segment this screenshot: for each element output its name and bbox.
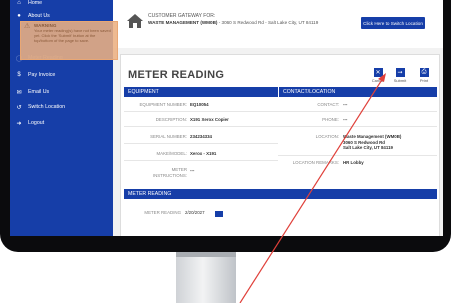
- gateway-address: - 3060 S Redwood Rd - Salt Lake City, UT…: [218, 20, 319, 25]
- print-label: Print: [419, 78, 429, 83]
- meter-reading-date: 2/20/2027: [185, 210, 205, 215]
- submit-icon: ➞: [395, 68, 405, 77]
- monitor-stand-shadow: [176, 252, 236, 257]
- header: CUSTOMER GATEWAY FOR: WASTE MANAGEMENT (…: [113, 0, 443, 40]
- share-icon: ↺: [16, 104, 22, 111]
- sidebar-item-label: Pay Invoice: [28, 72, 56, 78]
- divider: [124, 160, 278, 161]
- divider: [278, 126, 437, 127]
- divider: [124, 143, 278, 144]
- serial-number-value: 234234334: [190, 134, 212, 139]
- contact-section-header: CONTACT/LOCATION: [278, 87, 437, 97]
- serial-number-label: SERIAL NUMBER:: [150, 134, 187, 139]
- cancel-button[interactable]: ✕ Cancel: [369, 68, 387, 83]
- submit-button[interactable]: ➞ Submit: [391, 68, 409, 83]
- warning-message: Your meter reading(s) have not been save…: [34, 27, 111, 43]
- print-icon: ⎙: [419, 68, 429, 77]
- warning-toast: ⚠ WARNING Your meter reading(s) have not…: [20, 21, 118, 60]
- equipment-number-value: EQ10054: [190, 102, 209, 107]
- location-value: Waste Management (WM0B) 3060 S Redwood R…: [343, 134, 402, 151]
- sidebar-item-pay-invoice[interactable]: $ Pay Invoice: [10, 69, 113, 81]
- phone-label: PHONE:: [322, 117, 339, 122]
- meter-reading-row-label: METER READING: [144, 210, 181, 215]
- cancel-label: Cancel: [371, 78, 385, 83]
- location-remarks-value: HR Lobby: [343, 160, 364, 165]
- sidebar-item-label: Switch Location: [28, 104, 66, 110]
- switch-location-button[interactable]: Click Here to Switch Location: [361, 17, 425, 29]
- meter-instructions-value: ---: [190, 168, 195, 173]
- sidebar-item-label: Email Us: [28, 89, 50, 95]
- equipment-section-header: EQUIPMENT: [124, 87, 278, 97]
- location-label: LOCATION:: [315, 134, 339, 139]
- submit-label: Submit: [393, 78, 407, 83]
- gateway-company: WASTE MANAGEMENT (WM0B): [148, 20, 218, 25]
- sidebar-item-label: Home: [28, 0, 43, 6]
- sidebar-item-email-us[interactable]: ✉ Email Us: [10, 86, 113, 98]
- meter-reading-status-chip[interactable]: [215, 211, 223, 217]
- contact-value: ---: [343, 102, 348, 107]
- make-model-value: Xerox - X191: [190, 151, 217, 156]
- gateway-value: WASTE MANAGEMENT (WM0B) - 3060 S Redwood…: [148, 20, 318, 25]
- divider: [278, 155, 437, 156]
- gateway-label: CUSTOMER GATEWAY FOR:: [148, 13, 216, 19]
- main-content: METER READING ✕ Cancel ➞ Submit ⎙ Print …: [113, 48, 443, 236]
- contact-label: CONTACT:: [317, 102, 339, 107]
- make-model-label: MAKE/MODEL:: [156, 151, 188, 156]
- location-remarks-label: LOCATION REMARKS:: [292, 160, 339, 165]
- print-button[interactable]: ⎙ Print: [415, 68, 433, 83]
- phone-value: ---: [343, 117, 348, 122]
- sidebar-item-label: About Us: [28, 13, 50, 19]
- equipment-number-label: EQUIPMENT NUMBER:: [139, 102, 188, 107]
- home-icon: ⌂: [17, 0, 21, 6]
- logout-icon: ➜: [16, 120, 22, 127]
- sidebar-item-label: Logout: [28, 120, 45, 126]
- warning-icon: ⚠: [24, 23, 31, 30]
- close-icon: ✕: [373, 68, 383, 77]
- monitor-stand: [176, 252, 236, 303]
- page-title: METER READING: [128, 69, 225, 81]
- sidebar-item-home[interactable]: ⌂ Home: [10, 0, 113, 9]
- screen: ⌂ Home ● About Us ◯ Meter Reading $ Pay …: [10, 0, 443, 236]
- user-icon: ●: [17, 13, 21, 19]
- meter-reading-section-header: METER READING: [124, 189, 437, 199]
- divider: [124, 111, 278, 112]
- house-icon: [127, 14, 143, 28]
- meter-instructions-label: METER INSTRUCTIONS:: [152, 167, 187, 178]
- dollar-icon: $: [17, 72, 21, 78]
- divider: [278, 111, 437, 112]
- description-label: DESCRIPTION:: [155, 117, 187, 122]
- description-value: X191 Xerox Copier: [190, 117, 229, 122]
- meter-reading-card: METER READING ✕ Cancel ➞ Submit ⎙ Print …: [120, 54, 440, 236]
- sidebar-item-switch-location[interactable]: ↺ Switch Location: [10, 101, 113, 113]
- sidebar-item-logout[interactable]: ➜ Logout: [10, 117, 113, 129]
- divider: [124, 126, 278, 127]
- mail-icon: ✉: [16, 89, 22, 96]
